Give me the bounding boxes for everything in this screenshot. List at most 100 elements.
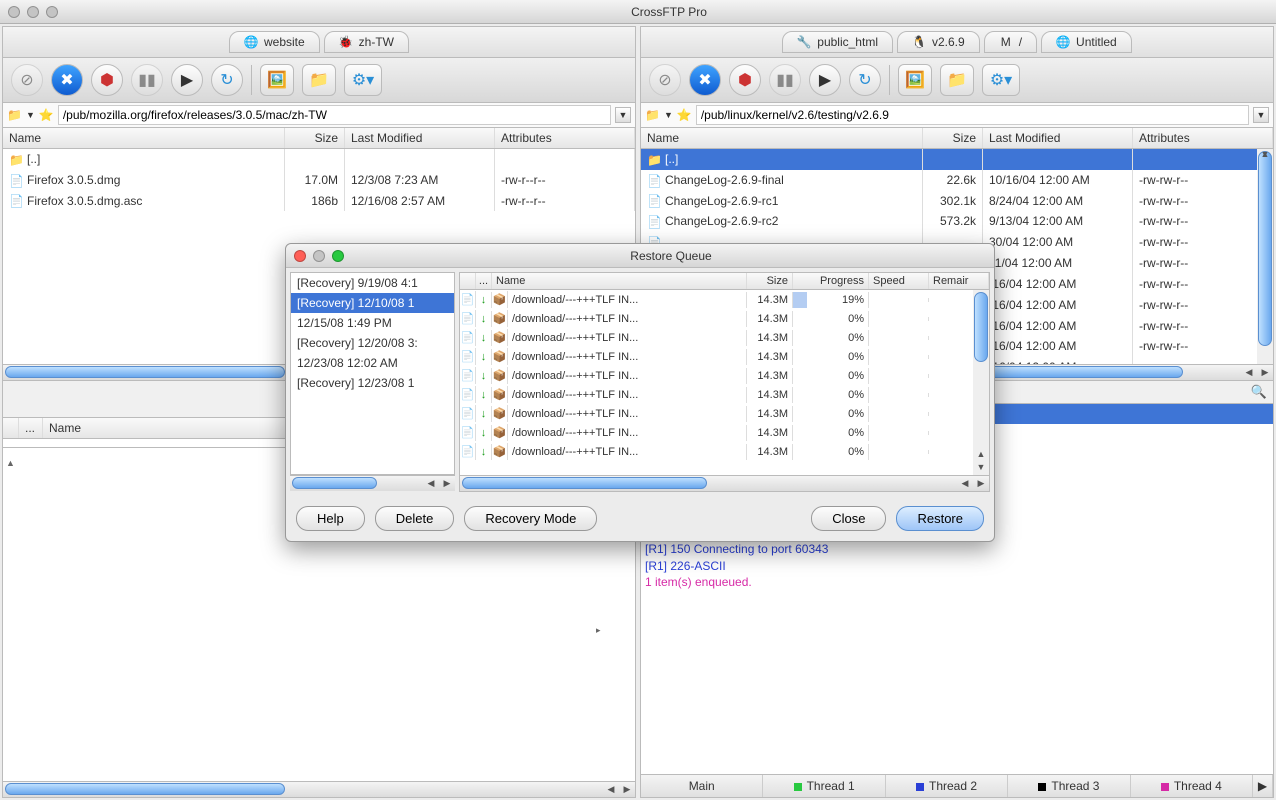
path-dropdown[interactable]: ▼: [1253, 107, 1269, 123]
close-icon[interactable]: [8, 6, 20, 18]
queue-row[interactable]: 📄↓📦/download/---+++TLF IN...14.3M0%: [460, 385, 989, 404]
stop-button[interactable]: ⬢: [91, 64, 123, 96]
file-icon: 📄: [460, 348, 476, 365]
tab-untitled[interactable]: 🌐Untitled: [1041, 31, 1132, 53]
minimize-icon[interactable]: [27, 6, 39, 18]
restore-button[interactable]: Restore: [896, 506, 984, 531]
session-item[interactable]: [Recovery] 12/23/08 1: [291, 373, 454, 393]
refresh-button[interactable]: ↻: [211, 64, 243, 96]
play-button[interactable]: ▶: [809, 64, 841, 96]
collapse-arrow-icon[interactable]: ▲: [6, 458, 15, 468]
col-icon1[interactable]: [460, 273, 476, 289]
zoom-icon[interactable]: [332, 250, 344, 262]
parent-row[interactable]: 📁[..]: [641, 149, 1273, 170]
queue-row[interactable]: 📄↓📦/download/---+++TLF IN...14.3M0%: [460, 442, 989, 461]
parent-row[interactable]: 📁[..]: [3, 149, 635, 170]
play-button[interactable]: ▶: [171, 64, 203, 96]
col-size[interactable]: Size: [923, 128, 983, 148]
col-size[interactable]: Size: [285, 128, 345, 148]
thread-tab[interactable]: Thread 2: [886, 775, 1008, 797]
thread-color-icon: [794, 783, 802, 791]
dropdown-icon[interactable]: ▼: [664, 110, 673, 120]
recovery-mode-button[interactable]: Recovery Mode: [464, 506, 597, 531]
settings-button[interactable]: ⚙▾: [344, 64, 382, 96]
left-tabs: 🌐website🐞zh-TW: [3, 27, 635, 58]
queue-row[interactable]: 📄↓📦/download/---+++TLF IN...14.3M19%: [460, 290, 989, 309]
new-folder-button[interactable]: 📁: [302, 64, 336, 96]
tab-public-html[interactable]: 🔧public_html: [782, 31, 893, 53]
queue-row[interactable]: 📄↓📦/download/---+++TLF IN...14.3M0%: [460, 328, 989, 347]
thread-tab[interactable]: Thread 4: [1131, 775, 1253, 797]
path-input[interactable]: [696, 105, 1249, 125]
image-button[interactable]: 🖼️: [898, 64, 932, 96]
col-attributes[interactable]: Attributes: [1133, 128, 1273, 148]
tab--[interactable]: M/: [984, 31, 1037, 53]
image-button[interactable]: 🖼️: [260, 64, 294, 96]
session-item[interactable]: [Recovery] 12/10/08 1: [291, 293, 454, 313]
file-row[interactable]: 📄Firefox 3.0.5.dmg.asc186b12/16/08 2:57 …: [3, 191, 635, 212]
thread-tab[interactable]: Thread 1: [763, 775, 885, 797]
new-folder-button[interactable]: 📁: [940, 64, 974, 96]
file-row[interactable]: 📄ChangeLog-2.6.9-rc2573.2k9/13/04 12:00 …: [641, 211, 1273, 232]
col-dots[interactable]: ...: [476, 273, 492, 289]
pause-button[interactable]: ▮▮: [769, 64, 801, 96]
zoom-icon[interactable]: [46, 6, 58, 18]
settings-button[interactable]: ⚙▾: [982, 64, 1020, 96]
star-icon[interactable]: ⭐: [677, 108, 692, 122]
col-speed[interactable]: Speed: [869, 273, 929, 289]
path-dropdown[interactable]: ▼: [615, 107, 631, 123]
col-progress[interactable]: Progress: [793, 273, 869, 289]
disconnect-button[interactable]: ⊘: [649, 64, 681, 96]
col-name[interactable]: Name: [492, 273, 747, 289]
abort-button[interactable]: ✖: [689, 64, 721, 96]
file-row[interactable]: 📄ChangeLog-2.6.9-rc1302.1k8/24/04 12:00 …: [641, 191, 1273, 212]
stop-button[interactable]: ⬢: [729, 64, 761, 96]
session-item[interactable]: 12/23/08 12:02 AM: [291, 353, 454, 373]
col-name[interactable]: Name: [3, 128, 285, 148]
dropdown-icon[interactable]: ▼: [26, 110, 35, 120]
delete-button[interactable]: Delete: [375, 506, 455, 531]
help-button[interactable]: Help: [296, 506, 365, 531]
disconnect-button[interactable]: ⊘: [11, 64, 43, 96]
queue-hscroll[interactable]: ◀▶: [460, 475, 989, 491]
right-vscroll[interactable]: ▲▼: [1257, 149, 1273, 364]
thread-tab[interactable]: Thread 3: [1008, 775, 1130, 797]
queue-row[interactable]: 📄↓📦/download/---+++TLF IN...14.3M0%: [460, 366, 989, 385]
file-row[interactable]: 📄Firefox 3.0.5.dmg17.0M12/3/08 7:23 AM-r…: [3, 170, 635, 191]
col-name[interactable]: Name: [641, 128, 923, 148]
tab-v2-6-9[interactable]: 🐧v2.6.9: [897, 31, 980, 53]
tab-icon: 🐧: [912, 35, 926, 49]
col-size[interactable]: Size: [747, 273, 793, 289]
queue-vscroll[interactable]: ▲▼: [973, 290, 989, 475]
close-icon[interactable]: [294, 250, 306, 262]
path-input[interactable]: [58, 105, 611, 125]
thread-tab[interactable]: Main: [641, 775, 763, 797]
pause-button[interactable]: ▮▮: [131, 64, 163, 96]
queue-row[interactable]: 📄↓📦/download/---+++TLF IN...14.3M0%: [460, 423, 989, 442]
tab-zh-tw[interactable]: 🐞zh-TW: [324, 31, 409, 53]
thread-tabs-more[interactable]: ▶: [1253, 775, 1273, 797]
close-button[interactable]: Close: [811, 506, 886, 531]
star-icon[interactable]: ⭐: [39, 108, 54, 122]
session-hscroll[interactable]: ◀▶: [290, 475, 455, 491]
col-attributes[interactable]: Attributes: [495, 128, 635, 148]
col-modified[interactable]: Last Modified: [345, 128, 495, 148]
col-modified[interactable]: Last Modified: [983, 128, 1133, 148]
abort-button[interactable]: ✖: [51, 64, 83, 96]
session-item[interactable]: [Recovery] 12/20/08 3:: [291, 333, 454, 353]
right-toolbar: ⊘ ✖ ⬢ ▮▮ ▶ ↻ 🖼️ 📁 ⚙▾: [641, 58, 1273, 103]
left-bottom-hscroll[interactable]: ◀▶: [3, 781, 635, 797]
file-row[interactable]: 📄ChangeLog-2.6.9-final22.6k10/16/04 12:0…: [641, 170, 1273, 191]
session-item[interactable]: 12/15/08 1:49 PM: [291, 313, 454, 333]
refresh-button[interactable]: ↻: [849, 64, 881, 96]
tab-website[interactable]: 🌐website: [229, 31, 320, 53]
col-remain[interactable]: Remair: [929, 273, 989, 289]
search-icon[interactable]: 🔍: [1251, 384, 1267, 400]
session-item[interactable]: [Recovery] 9/19/08 4:1: [291, 273, 454, 293]
collapse-arrow-icon[interactable]: ▸: [596, 625, 601, 636]
queue-row[interactable]: 📄↓📦/download/---+++TLF IN...14.3M0%: [460, 347, 989, 366]
queue-col-icon[interactable]: [3, 418, 19, 438]
queue-col-dots[interactable]: ...: [19, 418, 43, 438]
queue-row[interactable]: 📄↓📦/download/---+++TLF IN...14.3M0%: [460, 404, 989, 423]
queue-row[interactable]: 📄↓📦/download/---+++TLF IN...14.3M0%: [460, 309, 989, 328]
